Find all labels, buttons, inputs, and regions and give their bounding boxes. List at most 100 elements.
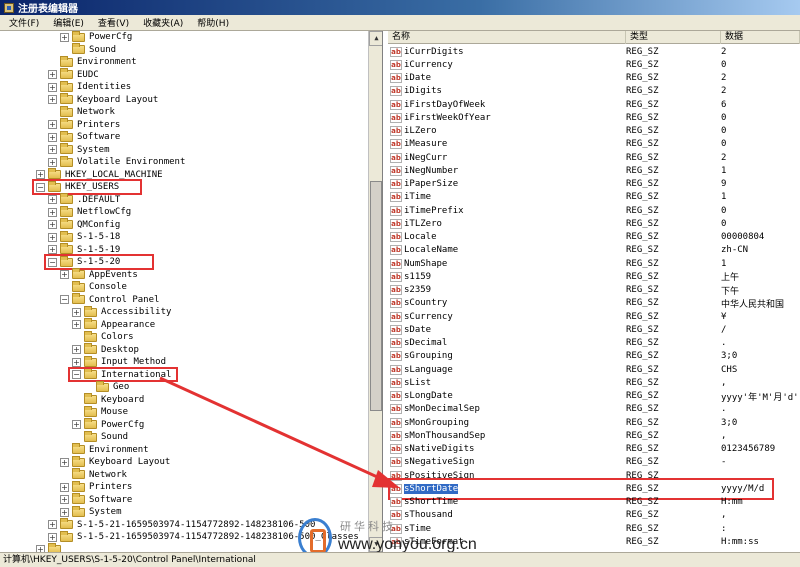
tree-node[interactable]: + S-1-5-21-1659503974-1154772892-14823810… xyxy=(48,518,315,532)
tree-node[interactable]: + S-1-5-18 xyxy=(48,230,120,244)
column-data-header[interactable]: 数据 xyxy=(721,31,800,44)
tree-node[interactable]: + System xyxy=(48,143,110,157)
expand-icon[interactable]: + xyxy=(48,157,57,167)
tree-node[interactable]: Geo xyxy=(84,380,129,394)
list-row[interactable]: ab sMonThousandSep REG_SZ, xyxy=(388,429,800,442)
menu-help[interactable]: 帮助(H) xyxy=(190,16,236,29)
scroll-thumb[interactable] xyxy=(370,181,382,411)
tree-node[interactable]: + PowerCfg xyxy=(60,31,132,44)
expand-icon[interactable]: + xyxy=(60,457,69,467)
expand-icon[interactable]: + xyxy=(48,520,57,530)
tree-node[interactable]: Sound xyxy=(72,430,128,444)
expand-icon[interactable]: + xyxy=(48,95,57,105)
tree-node[interactable]: Keyboard xyxy=(72,393,144,407)
expand-icon[interactable]: + xyxy=(48,145,57,155)
tree-vertical-scrollbar[interactable]: ▲ ▼ xyxy=(368,31,382,552)
list-row[interactable]: ab NumShape REG_SZ 1 xyxy=(388,257,800,270)
list-row[interactable]: ab Locale REG_SZ 00000804 xyxy=(388,231,800,244)
expand-icon[interactable]: + xyxy=(48,132,57,142)
registry-tree[interactable]: ▲ ▼ + PowerCfg Sound Environment + EUDC + Ident… xyxy=(0,31,383,552)
tree-node[interactable]: + Software xyxy=(60,493,132,507)
values-list[interactable]: 名称 类型 数据 ab iCurrDigits REG_SZ 2 ab iCurrency… xyxy=(388,31,800,552)
list-row[interactable]: ab sLanguage REG_SZ CHS xyxy=(388,363,800,376)
tree-node[interactable]: Colors xyxy=(72,330,134,344)
tree-node[interactable]: + Keyboard Layout xyxy=(48,93,158,107)
tree-node[interactable]: + System xyxy=(60,505,122,519)
tree-node[interactable]: + Volatile Environment xyxy=(48,155,185,169)
menu-favorites[interactable]: 收藏夹(A) xyxy=(136,16,190,29)
expand-icon[interactable]: + xyxy=(48,220,57,230)
tree-node[interactable]: + Desktop xyxy=(72,343,139,357)
column-type-header[interactable]: 类型 xyxy=(626,31,721,44)
expand-icon[interactable]: + xyxy=(60,32,69,42)
list-row[interactable]: ab iFirstDayOfWeek REG_SZ 6 xyxy=(388,98,800,111)
expand-icon[interactable]: + xyxy=(48,232,57,242)
list-row[interactable]: ab iNegCurr REG_SZ 2 xyxy=(388,151,800,164)
list-row[interactable]: ab iDate REG_SZ 2 xyxy=(388,72,800,85)
list-row[interactable]: ab sNegativeSign REG_SZ - xyxy=(388,456,800,469)
expand-icon[interactable]: + xyxy=(72,345,81,355)
list-row[interactable]: ab sDate REG_SZ / xyxy=(388,323,800,336)
tree-node[interactable]: + Printers xyxy=(48,118,120,132)
tree-node[interactable]: Network xyxy=(48,105,115,119)
list-row[interactable]: ab sMonGrouping REG_SZ 3;0 xyxy=(388,416,800,429)
list-row[interactable]: ab s2359 REG_SZ 下午 xyxy=(388,284,800,297)
expand-icon[interactable]: + xyxy=(36,545,45,552)
tree-node[interactable]: Mouse xyxy=(72,405,128,419)
tree-node[interactable]: Environment xyxy=(48,55,137,69)
tree-node[interactable]: Environment xyxy=(60,443,149,457)
expand-icon[interactable]: + xyxy=(48,245,57,255)
list-row[interactable]: ab sShortTime REG_SZ H:mm xyxy=(388,496,800,509)
list-row[interactable]: ab iCurrency REG_SZ 0 xyxy=(388,58,800,71)
list-row[interactable]: ab iMeasure REG_SZ 0 xyxy=(388,138,800,151)
expand-icon[interactable]: + xyxy=(60,495,69,505)
expand-icon[interactable]: + xyxy=(72,320,81,330)
tree-node[interactable]: + Appearance xyxy=(72,318,155,332)
list-row[interactable]: ab LocaleName REG_SZ zh-CN xyxy=(388,244,800,257)
tree-node[interactable]: + NetflowCfg xyxy=(48,205,131,219)
list-row[interactable]: ab iCurrDigits REG_SZ 2 xyxy=(388,45,800,58)
tree-node[interactable]: + Keyboard Layout xyxy=(60,455,170,469)
list-row[interactable]: ab iDigits REG_SZ 2 xyxy=(388,85,800,98)
tree-node[interactable]: Network xyxy=(60,468,127,482)
expand-icon[interactable]: + xyxy=(60,270,69,280)
menu-edit[interactable]: 编辑(E) xyxy=(46,16,91,29)
list-row[interactable]: ab sCountry REG_SZ 中华人民共和国 xyxy=(388,297,800,310)
tree-node[interactable]: + .DEFAULT xyxy=(48,193,120,207)
column-name-header[interactable]: 名称 xyxy=(388,31,626,44)
expand-icon[interactable]: + xyxy=(48,207,57,217)
expand-icon[interactable]: + xyxy=(60,482,69,492)
tree-node[interactable]: + Identities xyxy=(48,80,131,94)
tree-node[interactable]: + xyxy=(36,543,65,552)
expand-icon[interactable]: + xyxy=(72,420,81,430)
expand-icon[interactable]: + xyxy=(48,70,57,80)
expand-icon[interactable]: + xyxy=(36,170,45,180)
menu-view[interactable]: 查看(V) xyxy=(91,16,136,29)
tree-node[interactable]: + QMConfig xyxy=(48,218,120,232)
list-row[interactable]: ab iLZero REG_SZ 0 xyxy=(388,125,800,138)
list-row[interactable]: ab sCurrency REG_SZ ¥ xyxy=(388,310,800,323)
tree-node[interactable]: Sound xyxy=(60,43,116,57)
list-row[interactable]: ab iTLZero REG_SZ 0 xyxy=(388,217,800,230)
list-row[interactable]: ab sList REG_SZ, xyxy=(388,376,800,389)
tree-node[interactable]: − Control Panel xyxy=(60,293,159,307)
tree-node[interactable]: + Printers xyxy=(60,480,132,494)
expand-icon[interactable]: + xyxy=(48,82,57,92)
expand-icon[interactable]: + xyxy=(48,120,57,130)
tree-node[interactable]: Console xyxy=(60,280,127,294)
list-row[interactable]: ab iFirstWeekOfYear REG_SZ 0 xyxy=(388,111,800,124)
list-row[interactable]: ab iPaperSize REG_SZ 9 xyxy=(388,178,800,191)
tree-node[interactable]: + AppEvents xyxy=(60,268,138,282)
list-row[interactable]: ab s1159 REG_SZ 上午 xyxy=(388,270,800,283)
list-row[interactable]: ab iNegNumber REG_SZ 1 xyxy=(388,164,800,177)
expand-icon[interactable]: + xyxy=(48,532,57,542)
expand-icon[interactable]: + xyxy=(60,507,69,517)
list-row[interactable]: ab sNativeDigits REG_SZ 0123456789 xyxy=(388,443,800,456)
tree-node[interactable]: + EUDC xyxy=(48,68,99,82)
collapse-icon[interactable]: − xyxy=(60,295,69,305)
scroll-up-button[interactable]: ▲ xyxy=(369,31,382,46)
expand-icon[interactable]: + xyxy=(48,195,57,205)
list-row[interactable]: ab sMonDecimalSep REG_SZ. xyxy=(388,403,800,416)
list-row[interactable]: ab iTimePrefix REG_SZ 0 xyxy=(388,204,800,217)
list-row[interactable]: ab sDecimal REG_SZ. xyxy=(388,337,800,350)
